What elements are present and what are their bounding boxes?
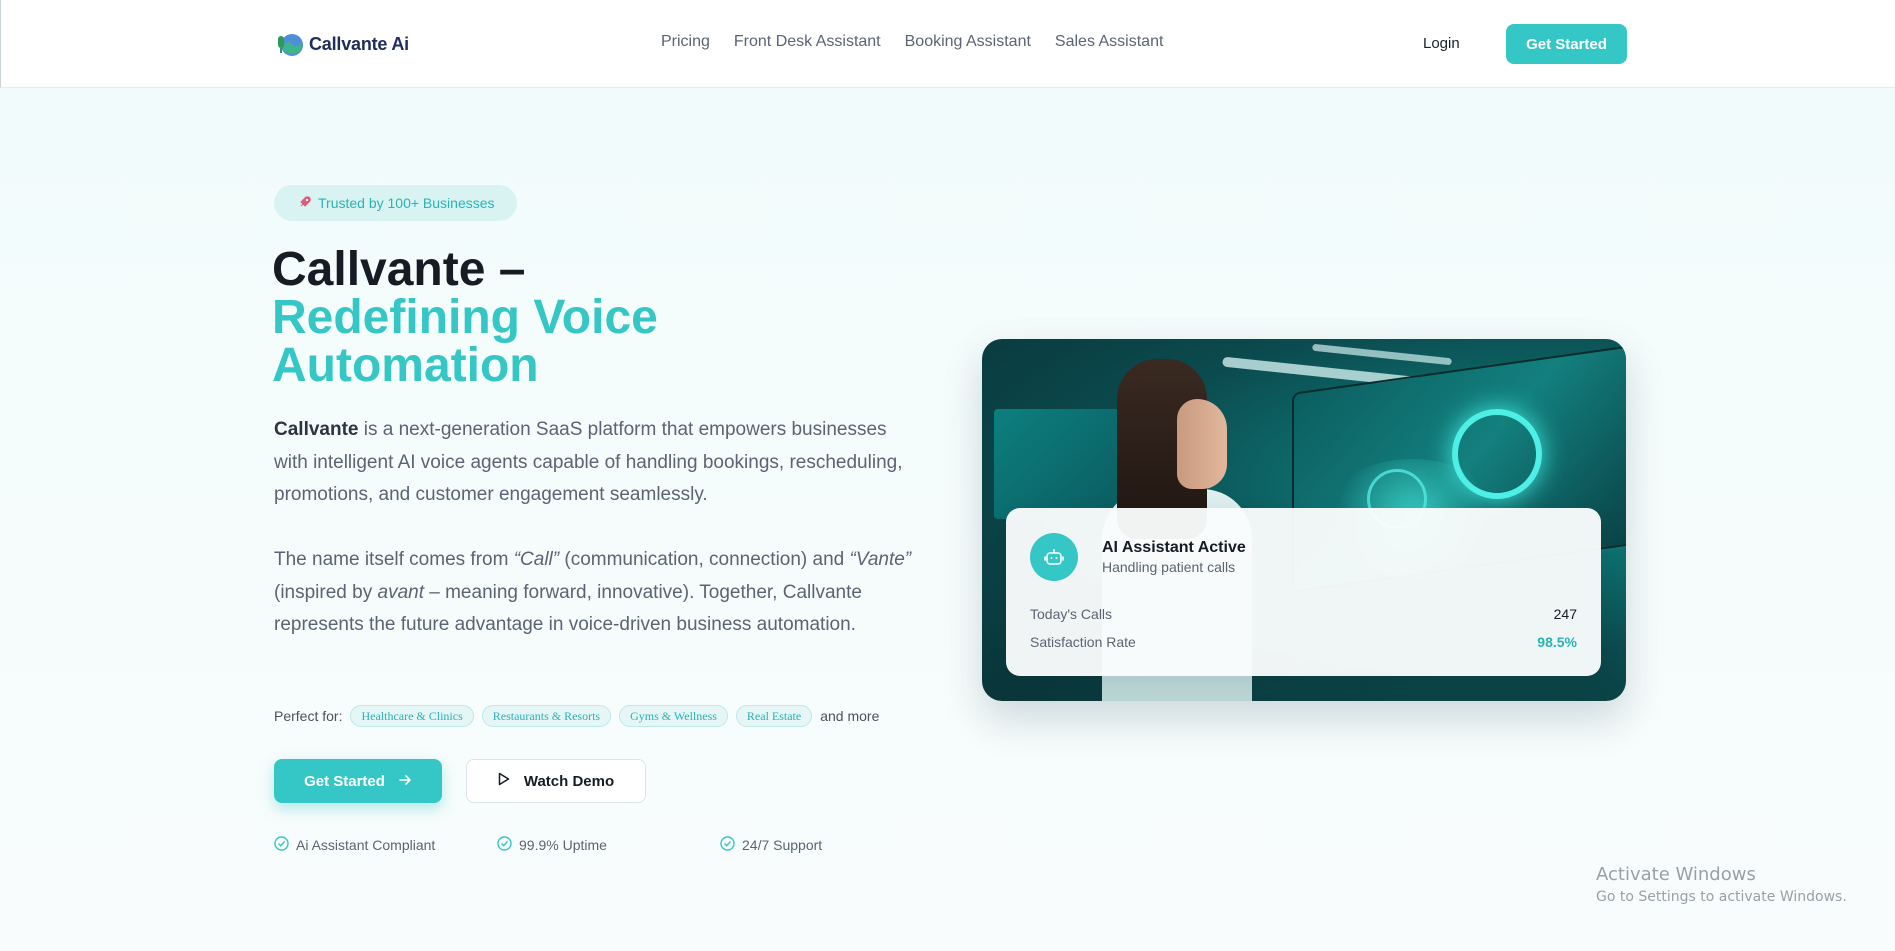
status-subtitle: Handling patient calls [1102, 559, 1236, 575]
stat-value: 247 [1553, 606, 1577, 622]
watermark-subtitle: Go to Settings to activate Windows. [1596, 889, 1847, 905]
arrow-right-icon [399, 773, 412, 790]
chip-gyms: Gyms & Wellness [619, 705, 728, 727]
trusted-badge: Trusted by 100+ Businesses [274, 185, 517, 221]
feature-compliant: Ai Assistant Compliant [274, 836, 435, 854]
and-more-text: and more [820, 708, 880, 724]
logo-icon [275, 30, 305, 58]
perfect-for-row: Perfect for: Healthcare & Clinics Restau… [274, 705, 879, 727]
hero-title-line2: Redefining Voice [272, 291, 658, 344]
brand-name: Callvante Ai [309, 33, 409, 54]
status-title: AI Assistant Active [1102, 539, 1246, 556]
origin-text-a: The name itself comes from [274, 549, 514, 570]
hero-get-started-button[interactable]: Get Started [274, 759, 442, 803]
stat-label: Today's Calls [1030, 606, 1113, 622]
nav-front-desk-assistant[interactable]: Front Desk Assistant [734, 33, 881, 51]
origin-text-b: (communication, connection) and [559, 549, 850, 570]
chip-healthcare: Healthcare & Clinics [350, 705, 474, 727]
description-text: is a next-generation SaaS platform that … [274, 419, 903, 505]
nav-pricing[interactable]: Pricing [661, 33, 710, 51]
cta-label: Get Started [304, 772, 385, 790]
nav-sales-assistant[interactable]: Sales Assistant [1055, 33, 1164, 51]
stat-row-satisfaction: Satisfaction Rate 98.5% [1030, 634, 1577, 650]
stat-row-calls: Today's Calls 247 [1030, 606, 1577, 622]
check-circle-icon [720, 836, 735, 854]
feature-support-label: 24/7 Support [742, 837, 823, 853]
rocket-icon [298, 195, 312, 212]
trusted-badge-text: Trusted by 100+ Businesses [318, 195, 495, 211]
play-icon [498, 772, 510, 790]
robot-icon [1030, 533, 1078, 581]
activate-windows-watermark: Activate Windows Go to Settings to activ… [1596, 864, 1847, 905]
login-link[interactable]: Login [1423, 35, 1460, 52]
demo-label: Watch Demo [523, 772, 615, 790]
top-navigation-bar: Callvante Ai Pricing Front Desk Assistan… [0, 0, 1895, 88]
hero-name-origin: The name itself comes from “Call” (commu… [274, 544, 914, 642]
hero-title: Callvante – Redefining Voice Automation [272, 246, 658, 390]
assistant-status-card: AI Assistant Active Handling patient cal… [1006, 508, 1601, 676]
feature-compliant-label: Ai Assistant Compliant [296, 837, 436, 853]
nav-booking-assistant[interactable]: Booking Assistant [905, 33, 1031, 51]
origin-call: “Call” [513, 549, 560, 570]
origin-text-c: (inspired by [274, 581, 378, 603]
stat-label: Satisfaction Rate [1030, 634, 1136, 650]
watch-demo-button[interactable]: Watch Demo [466, 759, 646, 803]
main-nav: Pricing Front Desk Assistant Booking Ass… [661, 33, 1163, 51]
stat-value: 98.5% [1537, 634, 1577, 650]
hero-title-line3: Automation [272, 339, 539, 392]
check-circle-icon [274, 836, 289, 854]
hero-title-line1: Callvante – [272, 243, 526, 296]
check-circle-icon [497, 836, 512, 854]
brand-logo[interactable]: Callvante Ai [275, 30, 409, 58]
feature-uptime: 99.9% Uptime [497, 836, 607, 854]
feature-support: 24/7 Support [720, 836, 822, 854]
origin-avant: avant [377, 581, 424, 603]
feature-uptime-label: 99.9% Uptime [519, 837, 607, 853]
header-get-started-button[interactable]: Get Started [1506, 24, 1627, 64]
watermark-title: Activate Windows [1596, 864, 1756, 885]
origin-vante: “Vante” [849, 549, 912, 570]
description-brand: Callvante [274, 419, 359, 440]
chip-restaurants: Restaurants & Resorts [481, 705, 612, 727]
perfect-for-label: Perfect for: [274, 708, 343, 724]
chip-real-estate: Real Estate [735, 705, 813, 727]
hero-description: Callvante is a next-generation SaaS plat… [274, 414, 914, 512]
